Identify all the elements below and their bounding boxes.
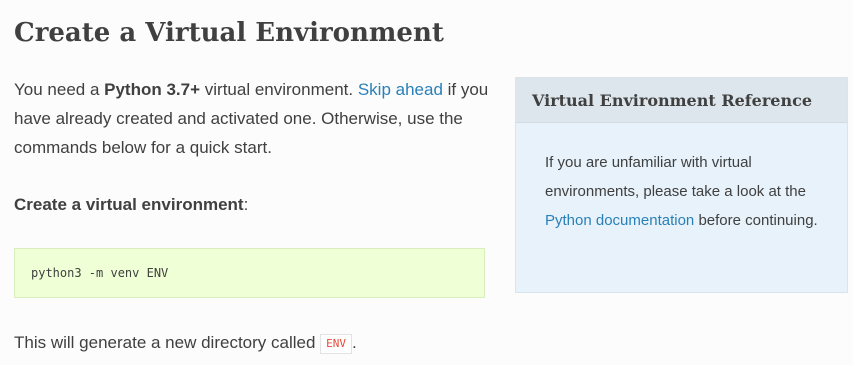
sidebar-text-before: If you are unfamiliar with virtual envir… — [545, 154, 806, 200]
intro-paragraph: You need a Python 3.7+ virtual environme… — [14, 75, 494, 162]
python-version-text: Python 3.7+ — [104, 80, 201, 99]
doc-page: Create a Virtual Environment You need a … — [0, 0, 853, 365]
create-venv-heading: Create a virtual environment: — [14, 190, 248, 219]
note-text-after: . — [352, 333, 357, 352]
page-title: Create a Virtual Environment — [14, 18, 444, 48]
sidebar-body: If you are unfamiliar with virtual envir… — [545, 148, 835, 235]
intro-text-before: You need a — [14, 80, 105, 99]
reference-sidebar: Virtual Environment Reference If you are… — [515, 77, 848, 293]
code-block[interactable]: python3 -m venv ENV — [14, 248, 485, 298]
note-text-before: This will generate a new directory calle… — [14, 333, 321, 352]
env-inline-code: ENV — [320, 334, 353, 354]
create-venv-heading-bold: Create a virtual environment — [14, 195, 244, 214]
create-venv-heading-colon: : — [243, 195, 249, 214]
skip-ahead-link[interactable]: Skip ahead — [358, 80, 443, 99]
intro-text-middle: virtual environment. — [200, 80, 358, 99]
sidebar-text-after: before continuing. — [694, 212, 818, 229]
venv-command[interactable]: python3 -m venv ENV — [31, 266, 168, 280]
sidebar-title: Virtual Environment Reference — [516, 78, 847, 123]
note-paragraph: This will generate a new directory calle… — [14, 328, 357, 357]
python-documentation-link[interactable]: Python documentation — [545, 212, 694, 229]
